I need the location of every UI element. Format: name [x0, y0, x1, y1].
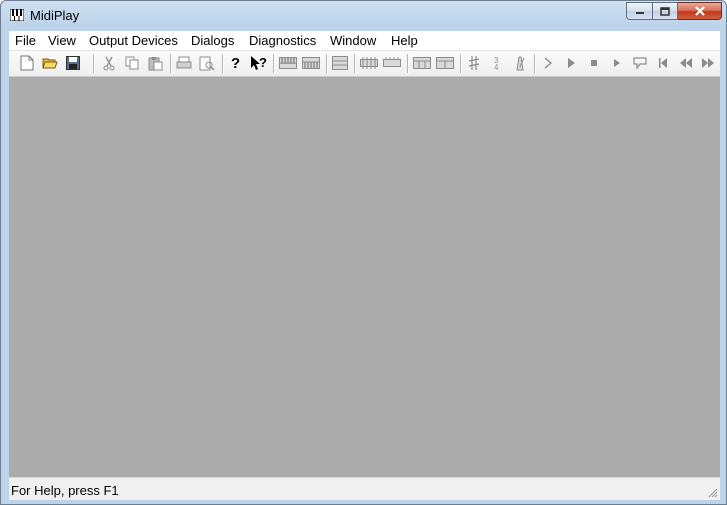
time-signature-icon: 34 [494, 56, 499, 71]
piano-roll-button[interactable] [331, 54, 349, 72]
toolbar-separator [354, 54, 356, 73]
piano-roll-icon [332, 56, 348, 70]
help-icon: ? [231, 55, 240, 71]
status-text: For Help, press F1 [11, 483, 119, 498]
rewind-icon [680, 58, 692, 68]
play-icon [568, 58, 575, 68]
stop-button[interactable] [585, 54, 603, 72]
keyboard-button[interactable] [279, 54, 297, 72]
metronome-button[interactable] [511, 54, 529, 72]
new-file-button[interactable] [18, 54, 36, 72]
paste-button[interactable] [146, 54, 164, 72]
stop-icon [591, 60, 597, 66]
menu-bar: File View Output Devices Dialogs Diagnos… [9, 31, 720, 51]
svg-text:?: ? [231, 55, 240, 71]
metronome-icon [516, 56, 525, 71]
help-button[interactable]: ? [227, 54, 245, 72]
track-alt-icon [436, 57, 454, 69]
print-button[interactable] [175, 54, 193, 72]
minimize-icon [635, 12, 644, 14]
toolbar-separator [326, 54, 328, 73]
mdi-workspace[interactable] [9, 77, 720, 477]
staff-button[interactable] [360, 54, 378, 72]
step-button[interactable] [539, 54, 557, 72]
pause-icon [614, 59, 620, 67]
svg-text:4: 4 [494, 63, 499, 71]
toolbar-separator [460, 54, 462, 73]
staff-alt-icon [383, 57, 401, 67]
close-icon [694, 6, 705, 16]
rewind-to-start-button[interactable] [654, 54, 672, 72]
menu-help[interactable]: Help [391, 33, 418, 48]
toolbar: ? ? 3 4 [9, 51, 720, 77]
svg-text:?: ? [259, 55, 267, 70]
menu-dialogs[interactable]: Dialogs [191, 33, 234, 48]
minimize-button[interactable] [626, 2, 652, 20]
print-icon [176, 56, 192, 69]
track-button[interactable] [413, 54, 431, 72]
save-icon [66, 56, 80, 70]
menu-output-devices[interactable]: Output Devices [89, 33, 178, 48]
window-title: MidiPlay [30, 8, 80, 23]
keyboard-icon [279, 57, 297, 69]
menu-file[interactable]: File [15, 33, 36, 48]
staff-icon [360, 57, 378, 69]
client-area: File View Output Devices Dialogs Diagnos… [9, 31, 720, 500]
close-button[interactable] [678, 2, 722, 20]
open-button[interactable] [41, 54, 59, 72]
menu-window[interactable]: Window [330, 33, 376, 48]
loop-icon [633, 57, 647, 70]
pause-button[interactable] [608, 54, 626, 72]
paste-icon [148, 56, 162, 70]
save-button[interactable] [64, 54, 82, 72]
toolbar-separator [273, 54, 275, 73]
app-piano-icon [10, 9, 24, 21]
fast-forward-icon [702, 58, 714, 68]
maximize-icon [660, 6, 670, 16]
rewind-to-start-icon [659, 58, 667, 68]
context-help-button[interactable]: ? [250, 54, 268, 72]
open-folder-icon [42, 58, 58, 69]
print-preview-button[interactable] [198, 54, 216, 72]
cut-button[interactable] [100, 54, 118, 72]
cut-icon [103, 56, 115, 70]
menu-view[interactable]: View [48, 33, 76, 48]
time-signature-button[interactable]: 34 [488, 54, 506, 72]
track-icon [413, 57, 431, 69]
toolbar-separator [534, 54, 536, 73]
toolbar-separator [222, 54, 224, 73]
toolbar-separator [93, 54, 95, 73]
keyboard-alt-icon [302, 57, 320, 69]
rewind-button[interactable] [677, 54, 695, 72]
caption-buttons [626, 2, 722, 21]
print-preview-icon [199, 56, 215, 71]
fast-forward-button[interactable] [699, 54, 717, 72]
staff-alt-button[interactable] [383, 54, 401, 72]
toolbar-separator [407, 54, 409, 73]
toolbar-separator [170, 54, 172, 73]
sharp-button[interactable] [465, 54, 483, 72]
sharp-icon [468, 56, 480, 70]
keyboard-alt-button[interactable] [302, 54, 320, 72]
loop-button[interactable] [631, 54, 649, 72]
copy-icon [125, 56, 138, 70]
context-help-icon: ? [251, 55, 267, 70]
app-window: MidiPlay File View Output Devices Dialog… [0, 0, 727, 505]
new-file-icon [20, 55, 34, 71]
status-bar: For Help, press F1 [9, 477, 720, 500]
track-alt-button[interactable] [436, 54, 454, 72]
copy-button[interactable] [123, 54, 141, 72]
play-button[interactable] [562, 54, 580, 72]
menu-diagnostics[interactable]: Diagnostics [249, 33, 316, 48]
step-icon [544, 57, 553, 69]
maximize-button[interactable] [652, 2, 678, 20]
resize-grip-icon[interactable] [708, 488, 718, 498]
title-bar[interactable]: MidiPlay [1, 1, 726, 31]
